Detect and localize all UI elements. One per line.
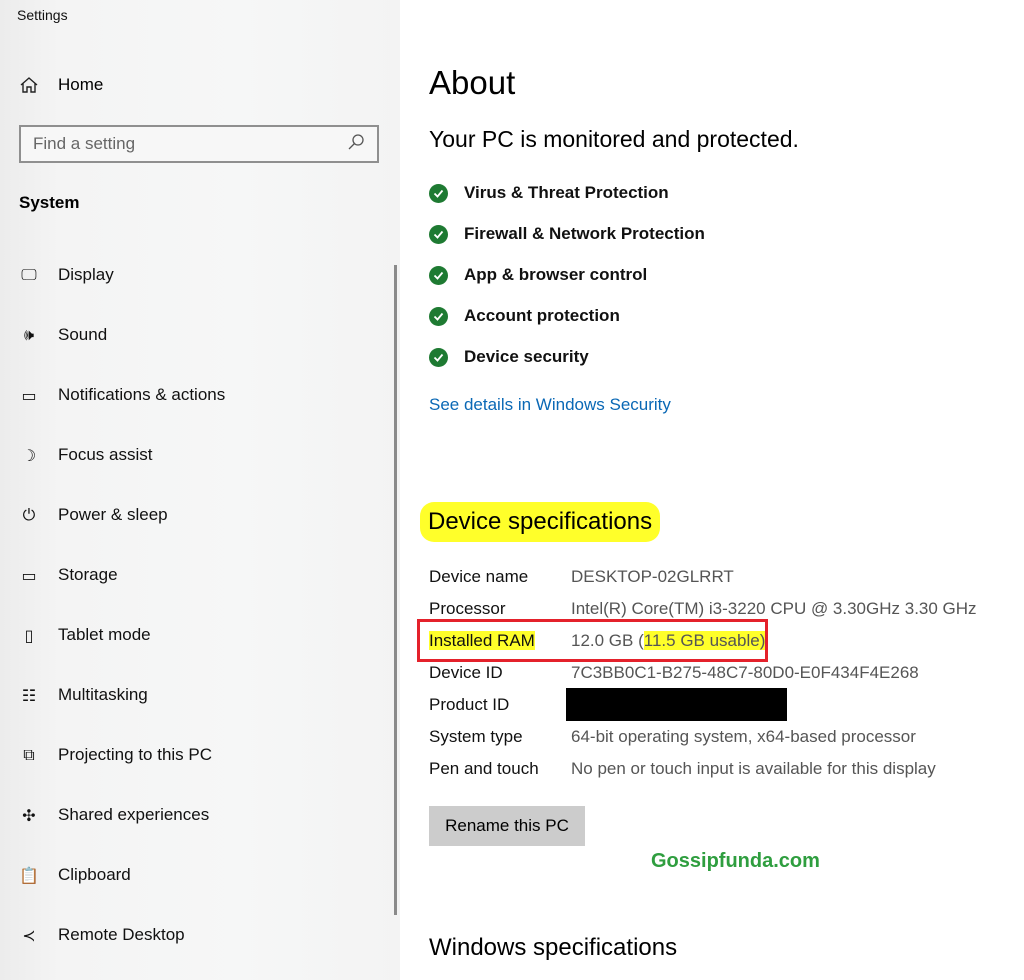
sidebar-item-clipboard[interactable]: 📋 Clipboard: [18, 864, 131, 886]
spec-value: 7C3BB0C1-B275-48C7-80D0-E0F434F4E268: [571, 663, 919, 682]
search-input[interactable]: Find a setting: [19, 125, 379, 163]
check-icon: [429, 183, 448, 203]
sidebar-item-shared-experiences[interactable]: ✣ Shared experiences: [18, 804, 209, 826]
highlight-box: [417, 619, 768, 662]
home-nav[interactable]: Home: [18, 74, 103, 96]
sidebar-item-label: Power & sleep: [58, 505, 168, 524]
clipboard-icon: 📋: [19, 865, 39, 885]
notification-icon: ▭: [21, 385, 37, 405]
tablet-icon: ▯: [24, 625, 34, 645]
monitor-icon: 🖵: [21, 265, 37, 284]
protection-item: Virus & Threat Protection: [429, 183, 669, 203]
check-icon: [429, 306, 448, 326]
sidebar: Settings Home Find a setting System 🖵 Dis…: [0, 0, 400, 980]
section-heading: System: [19, 193, 80, 212]
moon-icon: ☽: [21, 445, 37, 465]
protection-item: Firewall & Network Protection: [429, 224, 705, 244]
power-icon: ⏻: [22, 505, 36, 524]
spec-label: Device name: [429, 567, 529, 586]
spec-label: Pen and touch: [429, 759, 539, 778]
sidebar-item-label: Storage: [58, 565, 118, 584]
protection-label: Virus & Threat Protection: [464, 183, 669, 202]
check-icon: [429, 224, 448, 244]
sidebar-item-label: Focus assist: [58, 445, 153, 464]
sidebar-item-projecting-to-this-pc[interactable]: ⧉ Projecting to this PC: [18, 744, 212, 766]
check-icon: [429, 347, 448, 367]
protection-label: Account protection: [464, 306, 620, 325]
specs-heading: Device specifications: [420, 502, 661, 542]
spec-row: Product ID: [429, 695, 571, 715]
protection-label: Device security: [464, 347, 589, 366]
sidebar-item-tablet-mode[interactable]: ▯ Tablet mode: [18, 624, 151, 646]
spec-label: System type: [429, 727, 523, 746]
spec-row: Device ID 7C3BB0C1-B275-48C7-80D0-E0F434F…: [429, 663, 919, 683]
windows-specs-heading: Windows specifications: [429, 934, 678, 961]
protection-item: Account protection: [429, 306, 620, 326]
protection-label: App & browser control: [464, 265, 648, 284]
spec-value: Intel(R) Core(TM) i3-3220 CPU @ 3.30GHz …: [571, 599, 977, 618]
sidebar-item-notifications-actions[interactable]: ▭ Notifications & actions: [18, 384, 225, 406]
home-icon: [18, 74, 40, 96]
spec-label: Device ID: [429, 663, 503, 682]
sidebar-item-label: Clipboard: [58, 865, 131, 884]
multitasking-icon: ☷: [21, 685, 37, 705]
spec-row: Device name DESKTOP-02GLRRT: [429, 567, 734, 587]
protection-item: Device security: [429, 347, 589, 367]
sidebar-item-label: Notifications & actions: [58, 385, 226, 404]
sidebar-item-label: Projecting to this PC: [58, 745, 213, 764]
sidebar-item-multitasking[interactable]: ☷ Multitasking: [18, 684, 148, 706]
security-link[interactable]: See details in Windows Security: [429, 395, 671, 415]
spec-row: System type 64-bit operating system, x64-…: [429, 727, 916, 747]
sidebar-item-remote-desktop[interactable]: ≺ Remote Desktop: [18, 924, 185, 946]
spec-value: DESKTOP-02GLRRT: [571, 567, 734, 586]
protection-item: App & browser control: [429, 265, 647, 285]
app-title: Settings: [17, 7, 68, 23]
spec-label: Processor: [429, 599, 506, 618]
check-icon: [429, 265, 448, 285]
search-icon[interactable]: [347, 133, 365, 156]
scrollbar[interactable]: [394, 265, 397, 915]
spec-row: Processor Intel(R) Core(TM) i3-3220 CPU @…: [429, 599, 977, 619]
shared-icon: ✣: [22, 805, 36, 825]
sidebar-item-label: Remote Desktop: [58, 925, 185, 944]
sidebar-item-focus-assist[interactable]: ☽ Focus assist: [18, 444, 153, 466]
sidebar-item-label: Sound: [58, 325, 108, 344]
sidebar-item-label: Display: [58, 265, 114, 284]
page-title: About: [429, 64, 516, 101]
rename-button[interactable]: Rename this PC: [429, 806, 585, 846]
spec-row: Pen and touch No pen or touch input is av…: [429, 759, 936, 779]
storage-icon: ▭: [21, 565, 37, 585]
sidebar-item-power-sleep[interactable]: ⏻ Power & sleep: [18, 504, 168, 526]
main-content: About Your PC is monitored and protected…: [400, 0, 1024, 980]
protection-heading: Your PC is monitored and protected.: [429, 126, 799, 152]
sidebar-item-label: Tablet mode: [58, 625, 151, 644]
search-placeholder: Find a setting: [33, 134, 136, 153]
projecting-icon: ⧉: [23, 745, 35, 764]
sidebar-item-label: Shared experiences: [58, 805, 210, 824]
protection-label: Firewall & Network Protection: [464, 224, 705, 243]
sidebar-item-display[interactable]: 🖵 Display: [18, 264, 114, 286]
spec-value: No pen or touch input is available for t…: [571, 759, 936, 778]
spec-label: Product ID: [429, 695, 510, 714]
sidebar-item-label: Multitasking: [58, 685, 148, 704]
remote-desktop-icon: ≺: [22, 925, 36, 945]
sidebar-item-sound[interactable]: 🕪 Sound: [18, 324, 107, 346]
spec-value: 64-bit operating system, x64-based proce…: [571, 727, 916, 746]
redacted-product-id: [566, 688, 787, 721]
speaker-icon: 🕪: [23, 325, 35, 344]
sidebar-item-storage[interactable]: ▭ Storage: [18, 564, 118, 586]
home-label: Home: [58, 75, 104, 94]
watermark: Gossipfunda.com: [651, 850, 820, 872]
